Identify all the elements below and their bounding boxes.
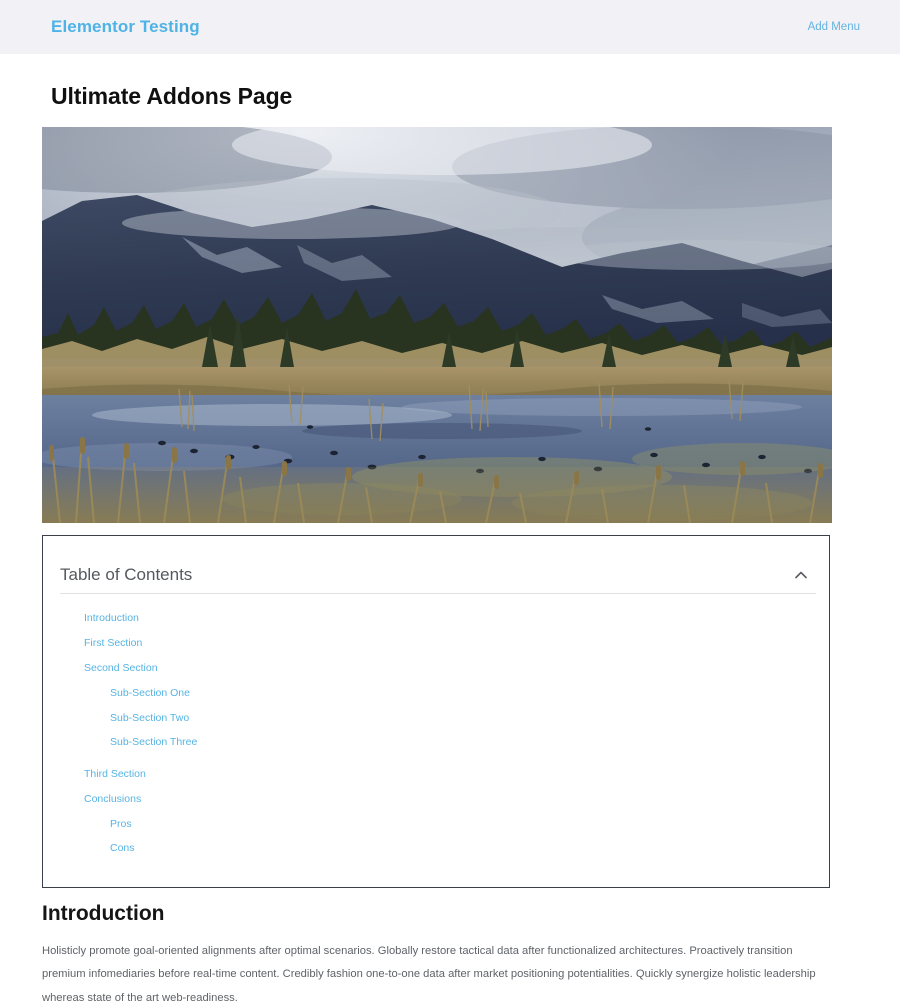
toc-title: Table of Contents	[60, 564, 193, 584]
list-item: Sub-Section Three	[43, 730, 829, 755]
hero-image	[42, 127, 832, 523]
header-navigation: Add Menu	[808, 21, 860, 33]
toc-link-sub-section-two[interactable]: Sub-Section Two	[43, 705, 829, 730]
site-title[interactable]: Elementor Testing	[51, 17, 200, 37]
toc-spacer	[43, 755, 829, 762]
list-item: First Section	[43, 631, 829, 656]
toc-link-cons[interactable]: Cons	[43, 836, 829, 861]
toc-list: Introduction First Section Second Sectio…	[43, 594, 829, 887]
list-item: Third Section	[43, 762, 829, 787]
toc-link-conclusions[interactable]: Conclusions	[43, 786, 829, 811]
section-heading-introduction: Introduction	[42, 901, 165, 925]
list-item: Cons	[43, 836, 829, 861]
page-title: Ultimate Addons Page	[51, 83, 293, 109]
toc-link-second-section[interactable]: Second Section	[43, 656, 829, 681]
toc-link-sub-section-one[interactable]: Sub-Section One	[43, 680, 829, 705]
paragraph: Holisticly promote goal-oriented alignme…	[42, 944, 816, 1003]
toc-link-sub-section-three[interactable]: Sub-Section Three	[43, 730, 829, 755]
list-item: Sub-Section One	[43, 680, 829, 705]
hero-landscape-illustration	[42, 127, 832, 523]
toc-link-first-section[interactable]: First Section	[43, 631, 829, 656]
list-item: Conclusions	[43, 786, 829, 811]
toc-header[interactable]: Table of Contents	[43, 536, 829, 592]
list-item: Introduction	[43, 606, 829, 631]
list-item: Pros	[43, 811, 829, 836]
toc-link-third-section[interactable]: Third Section	[43, 762, 829, 787]
toc-link-introduction[interactable]: Introduction	[43, 606, 829, 631]
toc-link-pros[interactable]: Pros	[43, 811, 829, 836]
table-of-contents-widget: Table of Contents Introduction First Sec…	[42, 535, 830, 888]
list-item: Second Section	[43, 656, 829, 681]
site-header: Elementor Testing Add Menu	[0, 0, 900, 54]
nav-item-add-menu[interactable]: Add Menu	[808, 21, 860, 33]
list-item: Sub-Section Two	[43, 705, 829, 730]
chevron-up-icon[interactable]	[793, 567, 809, 583]
main-content: Ultimate Addons Page Table of Contents I…	[0, 83, 900, 1003]
